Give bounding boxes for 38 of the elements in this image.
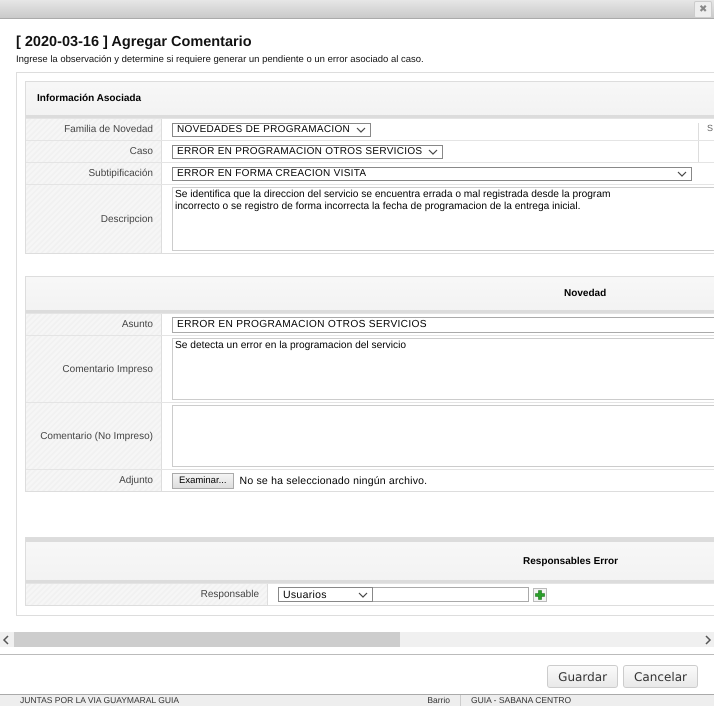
text-area[interactable]: Se detecta un error en la programacion del servicio bbox=[172, 338, 714, 400]
scroll-right-icon[interactable] bbox=[704, 634, 712, 645]
field-label: Asunto bbox=[26, 314, 162, 336]
file-status: No se ha seleccionado ningún archivo. bbox=[240, 474, 428, 487]
select-field[interactable]: ERROR EN PROGRAMACION OTROS SERVICIOS bbox=[172, 144, 444, 159]
section-title: Información Asociada bbox=[37, 93, 142, 104]
column-text: S bbox=[698, 123, 714, 164]
table-cell-text: JUNTAS POR LA VIA GUAYMARAL GUIA bbox=[19, 695, 180, 706]
field-label: Comentario Impreso bbox=[26, 336, 162, 402]
field-label: Descripcion bbox=[26, 185, 162, 254]
select-field[interactable]: Usuarios bbox=[278, 587, 373, 602]
input-field[interactable] bbox=[373, 587, 529, 602]
field-label: Subtipificación bbox=[26, 163, 162, 184]
input-field[interactable]: ERROR EN PROGRAMACION OTROS SERVICIOS bbox=[172, 316, 714, 333]
dialog-subtitle: Ingrese la observación y determine si requiere generar un pendiente o un error asociado al caso. bbox=[16, 54, 425, 66]
caret-icon bbox=[358, 592, 368, 598]
browse-button[interactable]: Examinar... bbox=[172, 472, 234, 489]
footer-button[interactable]: Guardar bbox=[547, 665, 618, 688]
field-label: Familia de Novedad bbox=[26, 119, 162, 140]
dialog-title: [ 2020-03-16 ] Agregar Comentario bbox=[16, 34, 253, 50]
field-label: Comentario (No Impreso) bbox=[26, 403, 162, 470]
caret-icon bbox=[356, 126, 366, 133]
field-label: Adjunto bbox=[26, 470, 162, 492]
scroll-left-icon[interactable] bbox=[2, 634, 10, 645]
text-area[interactable]: Se identifica que la direccion del servicio se encuentra errada o mal registrada desde la program incorrecto o se registro de forma incorrecta la fecha de programacion de la entrega inicial. bbox=[172, 187, 714, 252]
caret-icon bbox=[428, 148, 438, 155]
caret-icon bbox=[677, 170, 687, 177]
footer-button[interactable]: Cancelar bbox=[623, 665, 698, 688]
table-cell-text: GUIA - SABANA CENTRO bbox=[470, 695, 572, 706]
select-field[interactable]: NOVEDADES DE PROGRAMACION bbox=[172, 122, 372, 137]
horizontal-scrollbar[interactable] bbox=[0, 632, 714, 648]
section-title: Novedad bbox=[564, 288, 606, 300]
section-title: Responsables Error bbox=[523, 556, 618, 567]
field-label: Caso bbox=[26, 141, 162, 162]
table-cell: Barrio bbox=[230, 695, 461, 706]
field-label: Responsable bbox=[26, 584, 268, 606]
select-field[interactable]: ERROR EN FORMA CREACION VISITA bbox=[172, 166, 692, 181]
add-icon[interactable] bbox=[533, 588, 547, 602]
